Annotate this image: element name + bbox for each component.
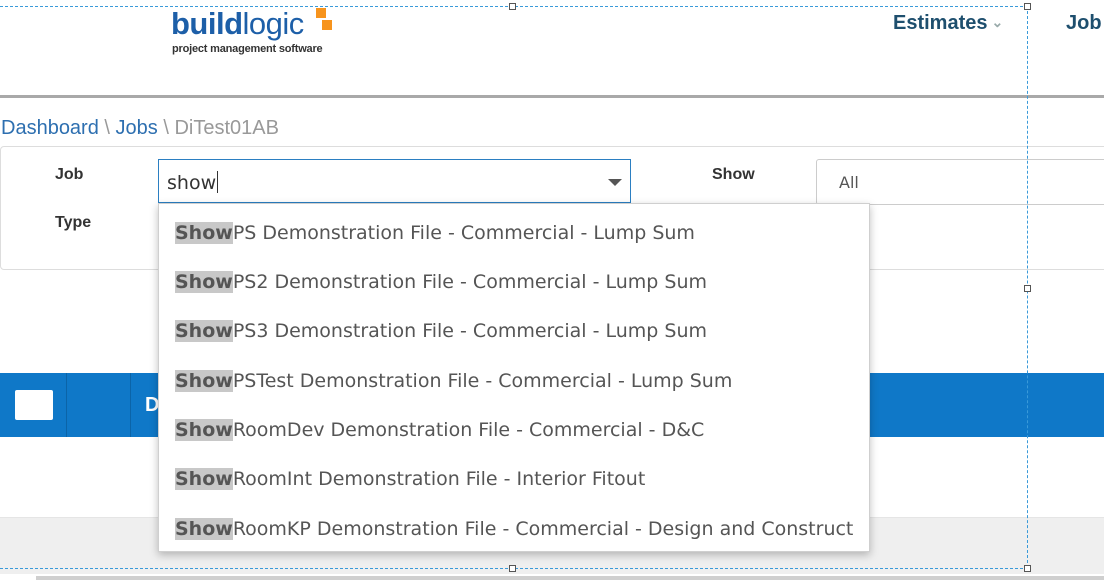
show-label: Show: [712, 166, 755, 183]
match-highlight: Show: [175, 271, 233, 293]
breadcrumb-jobs[interactable]: Jobs: [116, 117, 158, 139]
column-divider: [66, 373, 67, 437]
app-header: buildlogic project management software E…: [0, 0, 1104, 96]
match-highlight: Show: [175, 370, 233, 392]
dropdown-option[interactable]: ShowPS3 Demonstration File - Commercial …: [175, 316, 707, 346]
dropdown-option[interactable]: ShowRoomDev Demonstration File - Commerc…: [175, 415, 704, 445]
dropdown-option[interactable]: ShowRoomInt Demonstration File - Interio…: [175, 464, 645, 494]
option-label: RoomInt Demonstration File - Interior Fi…: [232, 468, 646, 490]
resize-handle[interactable]: [1024, 565, 1031, 572]
logo-tagline: project management software: [172, 43, 323, 55]
breadcrumb: Dashboard \ Jobs \ DiTest01AB: [1, 117, 279, 140]
dropdown-option[interactable]: ShowPS Demonstration File - Commercial -…: [175, 218, 695, 248]
option-label: PS Demonstration File - Commercial - Lum…: [232, 222, 695, 244]
logo-mark-icon: [316, 8, 334, 30]
logo-wordmark: buildlogic: [171, 6, 304, 42]
job-label: Job: [55, 166, 84, 183]
resize-handle[interactable]: [509, 565, 516, 572]
column-divider: [130, 373, 131, 437]
match-highlight: Show: [175, 320, 233, 342]
nav-jobs[interactable]: Job: [1066, 12, 1102, 35]
breadcrumb-separator: \: [104, 117, 110, 139]
logo-word-logic: logic: [242, 6, 305, 41]
select-all-checkbox[interactable]: [15, 390, 53, 420]
caret-down-icon[interactable]: [608, 179, 622, 186]
match-highlight: Show: [175, 419, 233, 441]
resize-handle[interactable]: [1024, 285, 1031, 292]
nav-estimates[interactable]: Estimates ⌄: [893, 12, 1003, 35]
breadcrumb-separator: \: [163, 117, 169, 139]
horizontal-scrollbar[interactable]: [36, 576, 1104, 580]
resize-handle[interactable]: [509, 3, 516, 10]
match-highlight: Show: [175, 468, 233, 490]
job-combobox[interactable]: show: [158, 159, 631, 203]
job-search-value: show: [167, 172, 217, 194]
resize-handle[interactable]: [1024, 3, 1031, 10]
match-highlight: Show: [175, 222, 233, 244]
show-select-value: All: [839, 173, 859, 192]
dropdown-option[interactable]: ShowRoomKP Demonstration File - Commerci…: [175, 514, 853, 544]
buildlogic-logo[interactable]: buildlogic project management software: [171, 6, 341, 62]
text-caret: [217, 171, 219, 193]
breadcrumb-dashboard[interactable]: Dashboard: [1, 117, 99, 139]
dropdown-option[interactable]: ShowPS2 Demonstration File - Commercial …: [175, 267, 707, 297]
option-label: PS3 Demonstration File - Commercial - Lu…: [232, 320, 708, 342]
show-select[interactable]: All: [816, 159, 1104, 205]
job-autocomplete-dropdown: ShowPS Demonstration File - Commercial -…: [158, 203, 870, 552]
type-label: Type: [55, 214, 92, 231]
nav-estimates-label: Estimates: [893, 12, 988, 34]
match-highlight: Show: [175, 518, 233, 540]
option-label: PS2 Demonstration File - Commercial - Lu…: [232, 271, 708, 293]
breadcrumb-current: DiTest01AB: [174, 117, 279, 139]
option-label: RoomDev Demonstration File - Commercial …: [232, 419, 705, 441]
job-search-input[interactable]: show: [167, 171, 219, 194]
logo-word-build: build: [171, 6, 243, 41]
chevron-down-icon: ⌄: [991, 14, 1004, 30]
option-label: PSTest Demonstration File - Commercial -…: [232, 370, 733, 392]
dropdown-option[interactable]: ShowPSTest Demonstration File - Commerci…: [175, 366, 732, 396]
header-divider: [0, 95, 1104, 98]
option-label: RoomKP Demonstration File - Commercial -…: [232, 518, 854, 540]
